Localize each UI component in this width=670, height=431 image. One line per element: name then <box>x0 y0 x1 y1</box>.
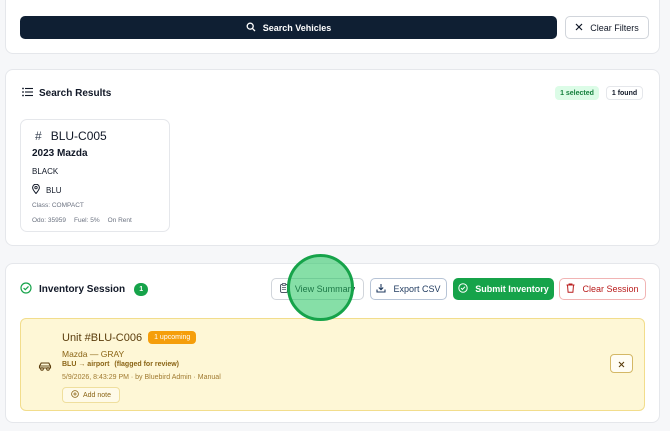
clear-filters-button[interactable]: Clear Filters <box>565 16 649 39</box>
search-vehicles-label: Search Vehicles <box>262 22 332 33</box>
list-icon <box>22 87 33 100</box>
route-to: airport <box>87 361 110 368</box>
unit-title: Unit #BLU-C006 <box>62 331 143 344</box>
map-pin-icon <box>32 183 40 196</box>
inventory-session-heading: Inventory Session 1 <box>20 282 149 297</box>
car-icon <box>38 359 52 377</box>
close-icon <box>618 355 625 373</box>
route-note: (flagged for review) <box>114 361 179 368</box>
route-arrow: → <box>78 361 86 368</box>
vehicle-color: BLACK <box>32 167 59 176</box>
check-circle-icon <box>458 283 468 295</box>
vehicle-class: Class: COMPACT <box>32 202 84 209</box>
trash-icon <box>566 283 575 295</box>
search-card: Search Vehicles Clear Filters <box>5 0 660 54</box>
vehicle-location-text: BLU <box>46 185 62 195</box>
route-from: BLU <box>62 361 77 368</box>
add-note-label: Add note <box>82 391 112 399</box>
selected-count-badge: 1 selected <box>555 86 599 100</box>
hash-icon: # <box>35 129 42 143</box>
unit-meta: 5/9/2026, 8:43:29 PM · by Bluebird Admin… <box>62 374 221 381</box>
clear-session-label: Clear Session <box>582 284 639 294</box>
close-icon <box>575 23 583 33</box>
submit-inventory-button[interactable]: Submit Inventory <box>453 278 554 300</box>
vehicle-status: On Rent <box>107 217 132 224</box>
search-results-title: Search Results <box>39 88 112 99</box>
vehicle-fuel: Fuel: 5% <box>73 217 100 224</box>
search-vehicles-button[interactable]: Search Vehicles <box>20 16 557 39</box>
unit-route: BLU → airport (flagged for review) <box>62 361 179 368</box>
inventory-session-title: Inventory Session <box>39 284 126 295</box>
session-count-badge: 1 <box>134 283 149 296</box>
clear-session-button[interactable]: Clear Session <box>559 278 646 300</box>
search-icon <box>246 22 256 34</box>
check-circle-icon <box>20 282 32 297</box>
export-csv-label: Export CSV <box>393 284 441 294</box>
vehicle-odometer: Odo: 35959 <box>32 217 66 224</box>
unit-model: Mazda — GRAY <box>62 349 125 359</box>
add-note-button[interactable]: Add note <box>62 387 120 403</box>
inventory-session-card: Inventory Session 1 View Summary Export … <box>5 263 660 423</box>
vehicle-id-text: BLU-C005 <box>50 129 107 143</box>
submit-inventory-label: Submit Inventory <box>475 284 549 294</box>
vehicle-card[interactable]: # BLU-C005 2023 Mazda BLACK BLU Class: C… <box>20 119 170 232</box>
clear-filters-label: Clear Filters <box>590 22 639 33</box>
plus-circle-icon <box>71 390 79 400</box>
found-count-badge: 1 found <box>606 86 643 100</box>
download-icon <box>376 283 387 295</box>
view-summary-button[interactable]: View Summary <box>271 278 364 300</box>
vehicle-stats: Odo: 35959 Fuel: 5% On Rent <box>32 217 132 224</box>
upcoming-badge: 1 upcoming <box>148 331 197 344</box>
remove-unit-button[interactable] <box>610 354 633 373</box>
search-results-card: Search Results 1 selected 1 found # BLU-… <box>5 69 660 246</box>
clipboard-icon <box>279 283 288 295</box>
view-summary-label: View Summary <box>294 284 356 294</box>
unit-heading: Unit #BLU-C006 1 upcoming <box>62 331 197 344</box>
session-unit-item: Unit #BLU-C006 1 upcoming Mazda — GRAY B… <box>20 318 645 411</box>
vehicle-id: # BLU-C005 <box>35 129 107 143</box>
vehicle-model: 2023 Mazda <box>32 148 88 159</box>
export-csv-button[interactable]: Export CSV <box>370 278 447 300</box>
search-results-heading: Search Results <box>22 87 111 100</box>
vehicle-location: BLU <box>32 183 62 196</box>
